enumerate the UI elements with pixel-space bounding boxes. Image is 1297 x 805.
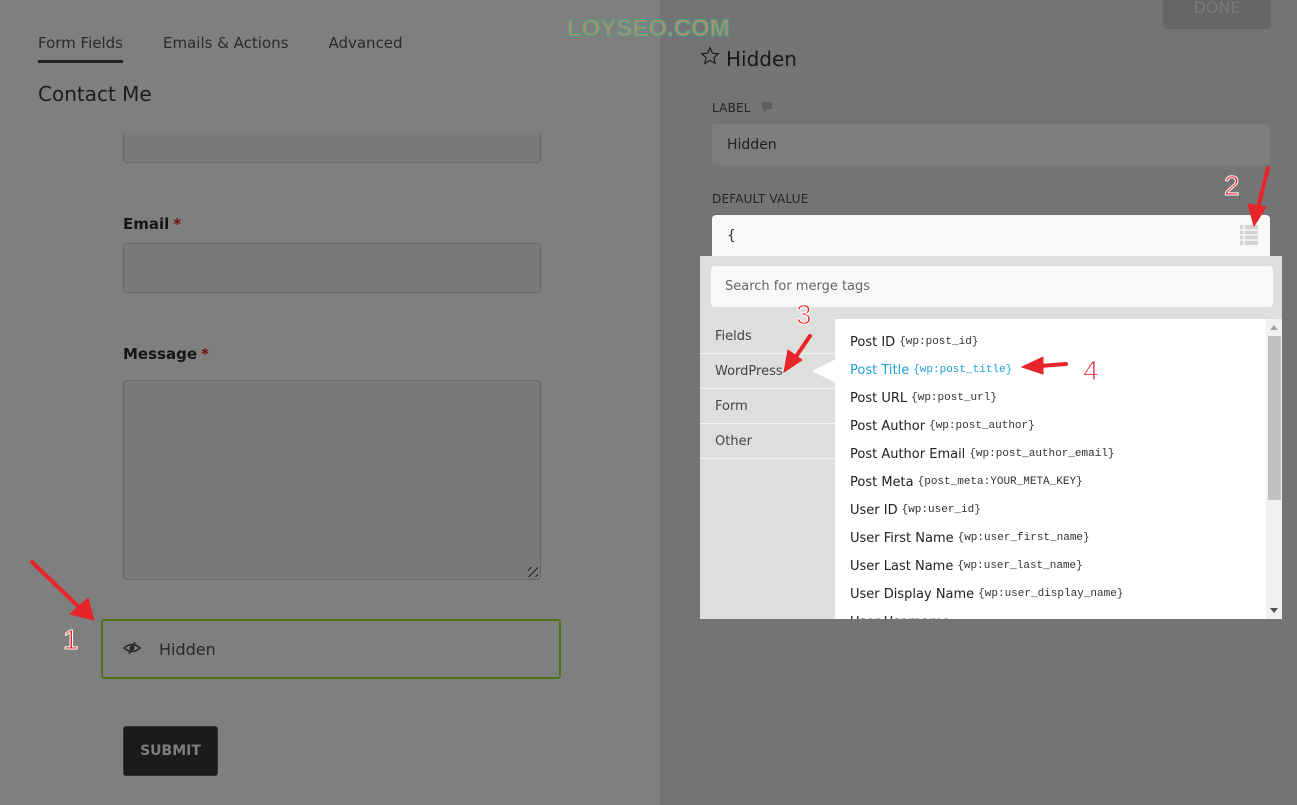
arrow-1 xyxy=(30,560,86,614)
arrow-3 xyxy=(793,334,812,360)
arrow-2-head xyxy=(1247,203,1267,228)
annotation-arrows xyxy=(30,166,1270,621)
arrow-4-head xyxy=(1020,356,1044,375)
arrow-2 xyxy=(1256,166,1270,210)
arrow-4 xyxy=(1038,362,1068,368)
